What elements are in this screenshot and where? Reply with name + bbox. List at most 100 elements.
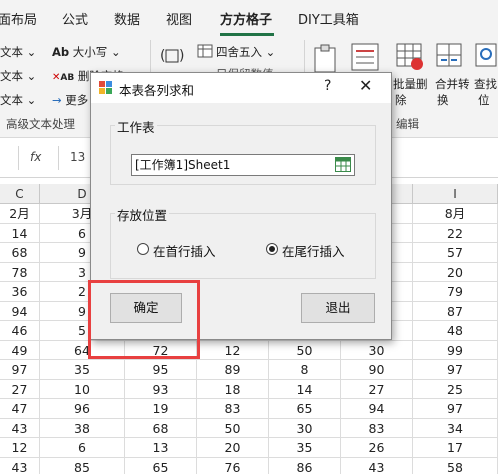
table-cell[interactable]: 94: [0, 301, 40, 321]
table-cell[interactable]: 2月: [0, 204, 40, 224]
find-button[interactable]: 查找: [474, 76, 497, 92]
table-cell[interactable]: 27: [341, 379, 413, 399]
menu-page-layout[interactable]: 面布局: [0, 9, 37, 28]
dialog-title: 本表各列求和: [119, 83, 195, 98]
table-cell[interactable]: 27: [0, 379, 40, 399]
table-cell[interactable]: 14: [269, 379, 341, 399]
table-cell[interactable]: 57: [413, 243, 498, 263]
table-cell[interactable]: 99: [413, 340, 498, 360]
table-cell[interactable]: 17: [413, 438, 498, 458]
table-cell[interactable]: 46: [0, 321, 40, 341]
table-cell[interactable]: 68: [125, 418, 197, 438]
table-row: 43 38 68 50 30 83 34: [0, 418, 498, 438]
table-cell[interactable]: 95: [125, 360, 197, 380]
table-cell[interactable]: 58: [413, 457, 498, 474]
ribbon-text-item-2[interactable]: 文本 ⌄: [0, 68, 36, 84]
radio-last-row-label[interactable]: 在尾行插入: [282, 241, 345, 260]
table-cell[interactable]: 97: [0, 360, 40, 380]
table-cell[interactable]: 83: [197, 399, 269, 419]
table-cell[interactable]: 76: [197, 457, 269, 474]
formula-separator: [58, 146, 59, 170]
menu-formulas[interactable]: 公式: [62, 9, 88, 28]
table-cell[interactable]: 47: [0, 399, 40, 419]
menu-diy-toolbox[interactable]: DIY工具箱: [298, 9, 359, 28]
table-cell[interactable]: 85: [40, 457, 125, 474]
table-cell[interactable]: 97: [413, 399, 498, 419]
table-cell[interactable]: 89: [197, 360, 269, 380]
menu-data[interactable]: 数据: [114, 9, 140, 28]
table-cell[interactable]: 83: [341, 418, 413, 438]
help-icon[interactable]: ?: [324, 78, 331, 94]
exit-button[interactable]: 退出: [301, 293, 375, 323]
table-cell[interactable]: 8: [269, 360, 341, 380]
table-cell[interactable]: 87: [413, 301, 498, 321]
table-cell[interactable]: 34: [413, 418, 498, 438]
table-cell[interactable]: 22: [413, 223, 498, 243]
find-button-line2[interactable]: 位: [478, 92, 490, 108]
batch-delete-button-line2[interactable]: 除: [395, 92, 407, 108]
table-cell[interactable]: 12: [0, 438, 40, 458]
table-cell[interactable]: 35: [269, 438, 341, 458]
table-cell[interactable]: 36: [0, 282, 40, 302]
radio-first-row[interactable]: [137, 243, 149, 255]
bracket-icon: ( ): [160, 48, 184, 64]
more-button[interactable]: → 更多: [52, 92, 88, 108]
merge-convert-button[interactable]: 合并转: [435, 76, 470, 92]
table-cell[interactable]: 79: [413, 282, 498, 302]
table-row: 49 64 72 12 50 30 99: [0, 340, 498, 360]
table-cell[interactable]: 50: [269, 340, 341, 360]
table-cell[interactable]: 30: [341, 340, 413, 360]
table-cell[interactable]: 94: [341, 399, 413, 419]
menu-view[interactable]: 视图: [166, 9, 192, 28]
col-header-c[interactable]: C: [0, 184, 40, 204]
formula-input[interactable]: 13: [70, 150, 85, 164]
table-cell[interactable]: 68: [0, 243, 40, 263]
radio-first-row-label[interactable]: 在首行插入: [153, 241, 216, 260]
table-cell[interactable]: 10: [40, 379, 125, 399]
table-cell[interactable]: 13: [125, 438, 197, 458]
table-cell[interactable]: 26: [341, 438, 413, 458]
table-cell[interactable]: 20: [197, 438, 269, 458]
table-cell[interactable]: 30: [269, 418, 341, 438]
table-cell[interactable]: 14: [0, 223, 40, 243]
table-cell[interactable]: 6: [40, 438, 125, 458]
round-button[interactable]: 四舍五入 ⌄: [216, 44, 275, 60]
table-cell[interactable]: 96: [40, 399, 125, 419]
table-cell[interactable]: 19: [125, 399, 197, 419]
table-cell[interactable]: 97: [413, 360, 498, 380]
fx-icon[interactable]: fx: [30, 150, 41, 164]
table-cell[interactable]: 43: [0, 457, 40, 474]
table-cell[interactable]: 35: [40, 360, 125, 380]
table-cell[interactable]: 43: [341, 457, 413, 474]
table-cell[interactable]: 25: [413, 379, 498, 399]
table-cell[interactable]: 12: [197, 340, 269, 360]
table-row: 47 96 19 83 65 94 97: [0, 399, 498, 419]
range-picker-icon[interactable]: [335, 157, 351, 172]
table-cell[interactable]: 43: [0, 418, 40, 438]
table-cell[interactable]: 18: [197, 379, 269, 399]
table-cell[interactable]: 38: [40, 418, 125, 438]
table-cell[interactable]: 8月: [413, 204, 498, 224]
close-icon[interactable]: ✕: [359, 76, 372, 95]
table-cell[interactable]: 90: [341, 360, 413, 380]
table-cell[interactable]: 20: [413, 262, 498, 282]
ribbon-text-item-3[interactable]: 文本 ⌄: [0, 92, 36, 108]
worksheet-field[interactable]: [工作簿1]Sheet1: [131, 154, 355, 176]
upper-case-button[interactable]: Ab 大小写 ⌄: [52, 44, 121, 60]
table-cell[interactable]: 86: [269, 457, 341, 474]
table-cell[interactable]: 78: [0, 262, 40, 282]
table-cell[interactable]: 65: [269, 399, 341, 419]
merge-convert-button-line2[interactable]: 换: [437, 92, 449, 108]
menu-fangfang[interactable]: 方方格子: [220, 9, 272, 28]
table-cell[interactable]: 50: [197, 418, 269, 438]
dialog-titlebar[interactable]: 本表各列求和 ? ✕: [91, 73, 391, 103]
col-header-i[interactable]: I: [413, 184, 498, 204]
table-cell[interactable]: 48: [413, 321, 498, 341]
radio-last-row[interactable]: [266, 243, 278, 255]
batch-delete-button[interactable]: 批量删: [393, 76, 428, 92]
ribbon-text-item-1[interactable]: 文本 ⌄: [0, 44, 36, 60]
table-cell[interactable]: 93: [125, 379, 197, 399]
table-cell[interactable]: 65: [125, 457, 197, 474]
table-row: 12 6 13 20 35 26 17: [0, 438, 498, 458]
table-cell[interactable]: 49: [0, 340, 40, 360]
